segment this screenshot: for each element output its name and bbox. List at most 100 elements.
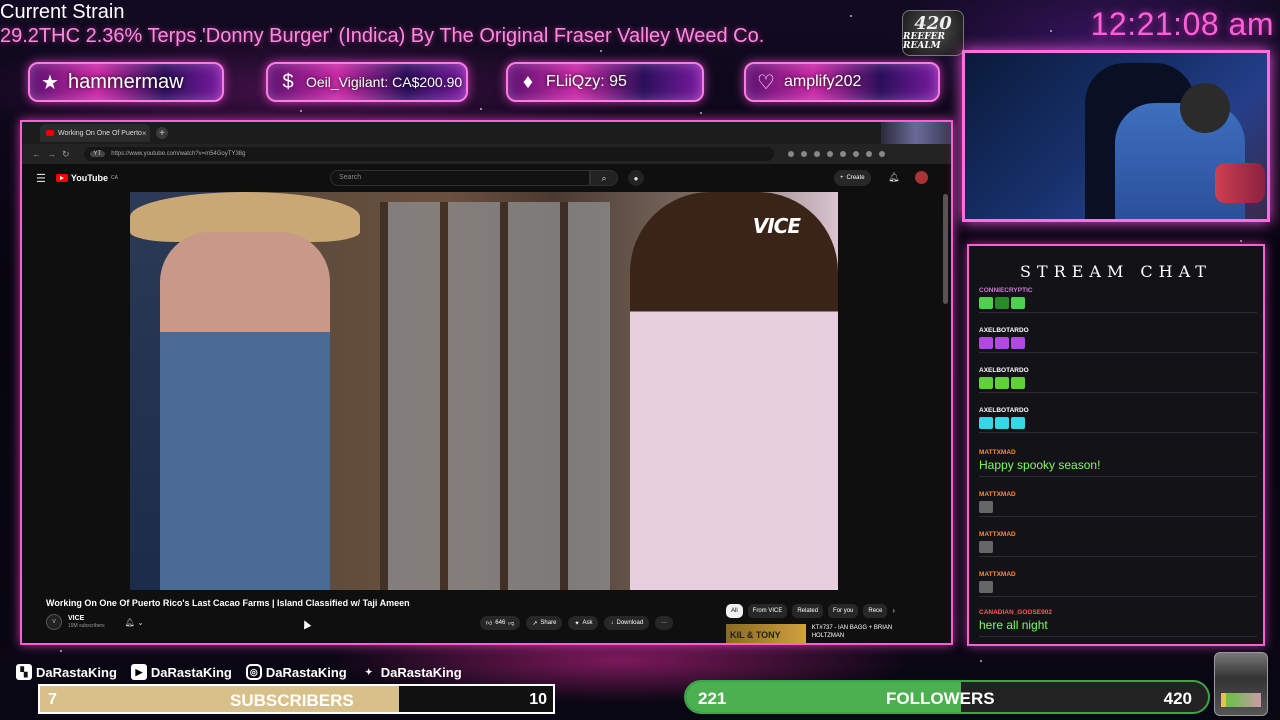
chip-from-vice[interactable]: From VICE (747, 604, 788, 618)
chat-username[interactable]: AXELBOTARDO (979, 366, 1257, 375)
star-dot (480, 108, 482, 110)
url-field[interactable]: YT https://www.youtube.com/watch?v=m54Go… (83, 147, 774, 161)
recommendation-chips: All From VICE Related For you Rece › (726, 604, 895, 618)
subscriber-count: 7 (48, 691, 57, 708)
social-twitch: ▚ DaRastaKing (16, 664, 117, 680)
create-button[interactable]: + Create (834, 170, 871, 186)
chat-emotes (979, 417, 1257, 429)
download-button[interactable]: ↓ Download (604, 616, 650, 630)
subscriber-goal: 10 (529, 691, 547, 708)
reload-icon[interactable]: ↻ (62, 149, 70, 160)
video-title: Working On One Of Puerto Rico's Last Cac… (46, 598, 410, 608)
chevron-right-icon[interactable]: › (892, 604, 895, 618)
emote-icon (979, 417, 993, 429)
webcam-feed (962, 50, 1270, 222)
share-button[interactable]: ↗ Share (526, 616, 563, 630)
like-button[interactable]: 👍︎ 646 👎︎ (480, 616, 521, 630)
video-player[interactable]: VICE (130, 192, 838, 590)
chat-divider (979, 432, 1257, 433)
extension-icons (787, 151, 885, 157)
new-tab-button[interactable]: + (156, 127, 168, 139)
subscribe-bell-icon[interactable]: 🔔︎ ⌄ (125, 618, 144, 627)
recommended-video[interactable]: KIL & TONY KT#737 - IAN BAGG + BRIAN HOL… (726, 624, 926, 643)
emote-icon (995, 297, 1009, 309)
star-dot (600, 50, 602, 52)
extension-icon[interactable] (826, 151, 833, 157)
bookmark-icon[interactable] (800, 151, 807, 157)
stream-clock: 12:21:08 am (1090, 6, 1274, 42)
chat-username[interactable]: CANADIAN_GOOSE902 (979, 608, 1257, 617)
chat-message: AXELBOTARDO (979, 366, 1257, 393)
youtube-logo[interactable]: YouTube CA (55, 173, 118, 183)
channel-avatar[interactable]: V (46, 614, 62, 630)
stash-jar-image (1214, 652, 1268, 716)
chat-username[interactable]: conniecryptic (979, 286, 1257, 295)
address-bar: ← → ↻ YT https://www.youtube.com/watch?v… (22, 144, 951, 164)
chat-username[interactable]: mattxmad (979, 490, 1257, 499)
chip-related[interactable]: Related (792, 604, 824, 618)
chat-username[interactable]: mattxmad (979, 448, 1257, 457)
download-icon: ↓ (610, 620, 614, 626)
recommended-title: KT#737 - IAN BAGG + BRIAN HOLTZMAN (811, 625, 893, 639)
channel-name[interactable]: VICE (68, 614, 105, 623)
chat-username[interactable]: mattxmad (979, 530, 1257, 539)
chat-username[interactable]: AXELBOTARDO (979, 406, 1257, 415)
close-icon[interactable]: × (142, 129, 147, 138)
ask-button[interactable]: ✦ Ask (568, 616, 599, 630)
extension-icon[interactable] (839, 151, 846, 157)
mouse-cursor-icon (300, 618, 312, 630)
chat-username[interactable]: mattxmad (979, 570, 1257, 579)
chip-for-you[interactable]: For you (828, 604, 859, 618)
chat-message: mattxmad (979, 570, 1257, 597)
notifications-bell-icon[interactable]: 🔔︎ (888, 172, 899, 183)
chat-emotes (979, 541, 1257, 553)
profile-icon[interactable] (865, 151, 872, 157)
hamburger-menu-icon[interactable]: ☰ (36, 172, 46, 185)
logo-text: REEFER REALM (903, 32, 945, 51)
extension-icon[interactable] (787, 151, 794, 157)
back-icon[interactable]: ← (32, 149, 41, 159)
twitter-icon: ✦ (364, 666, 373, 677)
emote-icon (979, 541, 993, 553)
channel-info: VICE 19M subscribers (68, 614, 105, 630)
strain-heading: Current Strain (0, 1, 125, 23)
extension-icon[interactable] (813, 151, 820, 157)
chat-divider (979, 556, 1257, 557)
search-input[interactable]: Search (330, 170, 590, 186)
search-button[interactable]: ⌕ (590, 170, 618, 186)
account-avatar[interactable] (915, 171, 928, 184)
page-scrollbar[interactable] (943, 194, 948, 304)
like-count: 646 (495, 620, 506, 626)
current-strain-panel: Current Strain 29.2THC 2.36% Terps 'Donn… (0, 0, 900, 48)
logo-number: 420 (914, 13, 952, 34)
download-label: Download (616, 620, 644, 626)
search-icon: ⌕ (601, 172, 607, 183)
browser-tab[interactable]: Working On One Of Puerto × (40, 124, 150, 142)
plus-icon: + (840, 175, 844, 181)
more-actions-button[interactable]: ··· (655, 616, 674, 630)
chat-message: AXELBOTARDO (979, 326, 1257, 353)
chip-all[interactable]: All (726, 604, 743, 618)
tab-title: Working On One Of Puerto (58, 129, 142, 137)
twitch-icon: ▚ (16, 664, 32, 680)
chat-message: AXELBOTARDO (979, 406, 1257, 433)
screen-capture: Working On One Of Puerto × + ← → ↻ YT ht… (20, 120, 953, 645)
extension-icon[interactable] (852, 151, 859, 157)
forward-icon[interactable]: → (47, 149, 56, 159)
chat-divider (979, 352, 1257, 353)
star-dot (1240, 240, 1242, 242)
thumbs-down-icon[interactable]: 👎︎ (508, 619, 514, 627)
emote-icon (979, 297, 993, 309)
chat-username[interactable]: AXELBOTARDO (979, 326, 1257, 335)
menu-icon[interactable] (878, 151, 885, 157)
vice-watermark: VICE (752, 214, 801, 238)
voice-search-icon[interactable]: ● (628, 170, 644, 186)
webcam-lights (1215, 163, 1265, 203)
chat-emotes (979, 377, 1257, 389)
social-handle: DaRastaKing (36, 664, 117, 680)
emote-icon (995, 417, 1009, 429)
alert-badge-sub: ♡ amplify202 (744, 62, 940, 102)
alert-label: amplify202 (784, 73, 862, 90)
follower-goal: 420 (1163, 689, 1192, 708)
chip-recent[interactable]: Rece (863, 604, 888, 618)
